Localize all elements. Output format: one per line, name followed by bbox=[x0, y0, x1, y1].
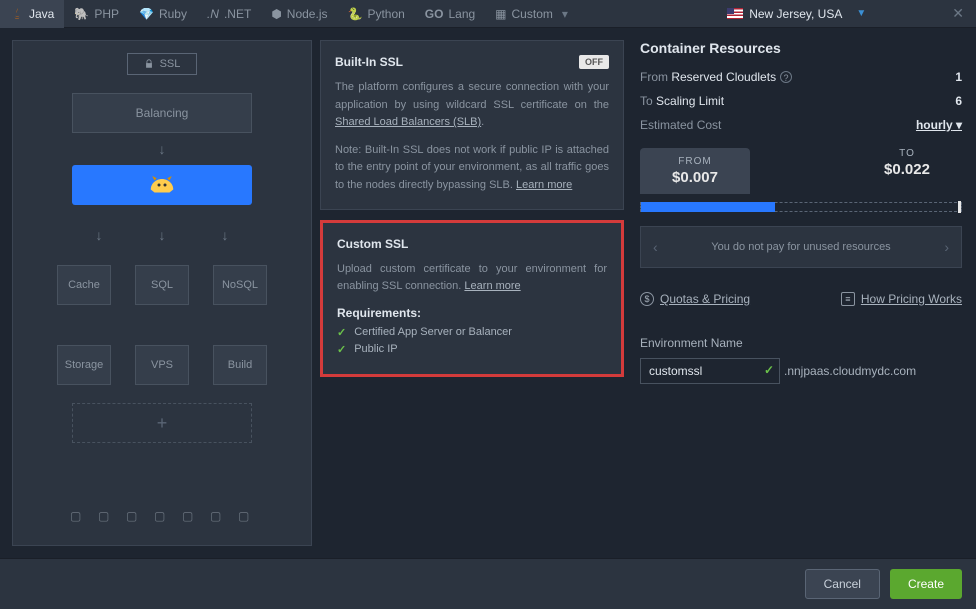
cost-from-box: FROM $0.007 bbox=[640, 148, 750, 194]
ssl-column: Built-In SSL OFF The platform configures… bbox=[312, 28, 632, 558]
cost-period-selector[interactable]: hourly ▾ bbox=[916, 118, 962, 132]
check-icon: ✓ bbox=[337, 326, 346, 339]
tab-php[interactable]: 🐘PHP bbox=[64, 0, 129, 28]
info-carousel: ‹ You do not pay for unused resources › bbox=[640, 226, 962, 268]
help-icon[interactable]: ? bbox=[780, 71, 792, 83]
tab-nodejs[interactable]: ⬢Node.js bbox=[261, 0, 337, 28]
cost-to-box: TO $0.022 bbox=[852, 148, 962, 194]
balancing-node[interactable]: Balancing bbox=[72, 93, 252, 133]
vps-node[interactable]: VPS bbox=[135, 345, 189, 385]
gallery-icon[interactable]: ▢ bbox=[154, 509, 170, 525]
region-selector[interactable]: New Jersey, USA ▼ ✕ bbox=[715, 5, 976, 22]
carousel-next[interactable]: › bbox=[944, 239, 949, 255]
close-icon[interactable]: ✕ bbox=[952, 5, 964, 22]
python-icon: 🐍 bbox=[347, 7, 362, 21]
quotas-link[interactable]: $Quotas & Pricing bbox=[640, 292, 750, 306]
nosql-node[interactable]: NoSQL bbox=[213, 265, 267, 305]
php-icon: 🐘 bbox=[74, 7, 89, 21]
env-name-input[interactable] bbox=[640, 358, 780, 384]
nodejs-icon: ⬢ bbox=[271, 7, 281, 21]
chevron-down-icon: ▼ bbox=[856, 8, 866, 19]
tomcat-icon bbox=[147, 174, 177, 196]
builtin-desc-2: Note: Built-In SSL does not work if publ… bbox=[335, 142, 609, 195]
requirement-item: ✓Public IP bbox=[337, 343, 607, 356]
estimated-cost-row: Estimated Cost hourly ▾ bbox=[640, 118, 962, 132]
create-button[interactable]: Create bbox=[890, 569, 962, 599]
gallery-icon[interactable]: ▢ bbox=[98, 509, 114, 525]
chevron-down-icon: ▾ bbox=[562, 7, 568, 21]
gallery-icon[interactable]: ▢ bbox=[182, 509, 198, 525]
tab-custom[interactable]: ▦Custom▾ bbox=[485, 0, 578, 28]
cache-node[interactable]: Cache bbox=[57, 265, 111, 305]
builtin-desc-1: The platform configures a secure connect… bbox=[335, 79, 609, 132]
env-domain: .nnjpaas.cloudmydc.com bbox=[784, 364, 916, 378]
dollar-icon: $ bbox=[640, 292, 654, 306]
carousel-prev[interactable]: ‹ bbox=[653, 239, 658, 255]
off-badge[interactable]: OFF bbox=[579, 55, 609, 69]
dotnet-icon: .N bbox=[207, 7, 219, 21]
gallery-icon[interactable]: ▢ bbox=[70, 509, 86, 525]
check-icon: ✓ bbox=[337, 343, 346, 356]
lock-icon bbox=[144, 59, 154, 69]
tab-dotnet[interactable]: .N.NET bbox=[197, 0, 261, 28]
gallery-icon[interactable]: ▢ bbox=[238, 509, 254, 525]
tab-java[interactable]: Java bbox=[0, 0, 64, 28]
arrow-down-icon: ↓ bbox=[222, 227, 229, 243]
tab-python[interactable]: 🐍Python bbox=[337, 0, 414, 28]
go-icon: GO bbox=[425, 7, 444, 21]
us-flag-icon bbox=[727, 8, 743, 19]
add-node-button[interactable]: + bbox=[72, 403, 252, 443]
footer: Cancel Create bbox=[0, 558, 976, 609]
gallery-icon[interactable]: ▢ bbox=[210, 509, 226, 525]
build-node[interactable]: Build bbox=[213, 345, 267, 385]
requirement-item: ✓Certified App Server or Balancer bbox=[337, 326, 607, 339]
arrow-down-icon: ↓ bbox=[96, 227, 103, 243]
reserved-cloudlets-row: From Reserved Cloudlets? 1 bbox=[640, 70, 962, 84]
topology-column: SSL Balancing ↓ ↓ ↓ ↓ Cache SQL NoSQL St… bbox=[12, 40, 312, 546]
gallery-icon[interactable]: ▢ bbox=[126, 509, 142, 525]
arrow-down-icon: ↓ bbox=[159, 227, 166, 243]
learn-more-link[interactable]: Learn more bbox=[516, 179, 572, 191]
ssl-button[interactable]: SSL bbox=[127, 53, 198, 75]
tab-ruby[interactable]: 💎Ruby bbox=[129, 0, 197, 28]
language-tabs: Java 🐘PHP 💎Ruby .N.NET ⬢Node.js 🐍Python … bbox=[0, 0, 976, 28]
custom-ssl-title: Custom SSL bbox=[337, 237, 408, 251]
env-name-label: Environment Name bbox=[640, 336, 962, 350]
doc-icon: ≡ bbox=[841, 292, 855, 306]
custom-icon: ▦ bbox=[495, 7, 506, 21]
storage-node[interactable]: Storage bbox=[57, 345, 111, 385]
requirements-title: Requirements: bbox=[337, 306, 607, 320]
cost-slider[interactable] bbox=[640, 202, 962, 212]
builtin-ssl-title: Built-In SSL bbox=[335, 55, 403, 69]
node-gallery: ▢ ▢ ▢ ▢ ▢ ▢ ▢ bbox=[70, 501, 254, 533]
custom-ssl-panel: Custom SSL Upload custom certificate to … bbox=[320, 220, 624, 377]
resources-column: Container Resources From Reserved Cloudl… bbox=[632, 28, 976, 558]
how-pricing-link[interactable]: ≡How Pricing Works bbox=[841, 292, 962, 306]
resources-title: Container Resources bbox=[640, 40, 962, 56]
arrow-down-icon: ↓ bbox=[159, 141, 166, 157]
custom-desc: Upload custom certificate to your enviro… bbox=[337, 261, 607, 296]
learn-more-link[interactable]: Learn more bbox=[464, 280, 520, 292]
scaling-limit-row: To Scaling Limit 6 bbox=[640, 94, 962, 108]
sql-node[interactable]: SQL bbox=[135, 265, 189, 305]
builtin-ssl-panel: Built-In SSL OFF The platform configures… bbox=[320, 40, 624, 210]
check-icon: ✓ bbox=[764, 363, 774, 377]
cancel-button[interactable]: Cancel bbox=[805, 569, 880, 599]
slb-link[interactable]: Shared Load Balancers (SLB) bbox=[335, 116, 481, 128]
tab-go[interactable]: GOLang bbox=[415, 0, 485, 28]
ruby-icon: 💎 bbox=[139, 7, 154, 21]
app-server-node[interactable] bbox=[72, 165, 252, 205]
java-icon bbox=[10, 7, 24, 21]
